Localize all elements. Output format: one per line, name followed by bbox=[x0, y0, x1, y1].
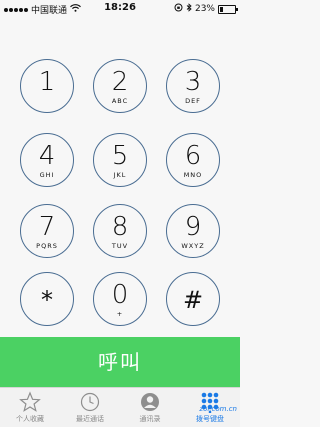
key-digit: 4 bbox=[38, 141, 56, 171]
status-bar: 中国联通 18:26 23% bbox=[0, 0, 240, 16]
key-letters: JKL bbox=[113, 171, 127, 179]
key-6[interactable]: 6 MNO bbox=[166, 133, 220, 187]
key-8[interactable]: 8 TUV bbox=[93, 204, 147, 258]
key-digit: 9 bbox=[184, 212, 202, 242]
star-icon bbox=[19, 391, 41, 413]
key-digit: 7 bbox=[38, 212, 56, 242]
battery-percent: 23% bbox=[194, 4, 215, 14]
key-pound[interactable]: # bbox=[166, 272, 220, 326]
key-digit: * bbox=[41, 286, 53, 314]
tab-label: 个人收藏 bbox=[16, 415, 44, 423]
key-digit: 5 bbox=[111, 141, 129, 171]
key-digit: # bbox=[182, 286, 204, 314]
key-digit: 3 bbox=[184, 67, 202, 97]
key-0[interactable]: 0 + bbox=[93, 272, 147, 326]
contacts-icon bbox=[139, 391, 161, 413]
tab-recents[interactable]: 最近通话 bbox=[60, 388, 120, 427]
key-3[interactable]: 3 DEF bbox=[166, 59, 220, 113]
clock-icon bbox=[79, 391, 101, 413]
key-digit: 8 bbox=[111, 212, 129, 242]
key-letters: MNO bbox=[183, 171, 203, 179]
key-9[interactable]: 9 WXYZ bbox=[166, 204, 220, 258]
key-letters: DEF bbox=[185, 97, 201, 105]
key-letters: PQRS bbox=[36, 242, 58, 250]
tab-contacts[interactable]: 通讯录 bbox=[120, 388, 180, 427]
key-digit: 0 bbox=[111, 280, 129, 310]
key-4[interactable]: 4 GHI bbox=[20, 133, 74, 187]
call-button[interactable]: 呼叫 bbox=[0, 337, 240, 387]
key-5[interactable]: 5 JKL bbox=[93, 133, 147, 187]
key-star[interactable]: * bbox=[20, 272, 74, 326]
tab-label: 拨号键盘 bbox=[196, 415, 224, 423]
tab-favorites[interactable]: 个人收藏 bbox=[0, 388, 60, 427]
battery-icon bbox=[218, 4, 238, 14]
tab-label: 通讯录 bbox=[139, 415, 161, 423]
key-7[interactable]: 7 PQRS bbox=[20, 204, 74, 258]
bluetooth-icon bbox=[186, 3, 192, 15]
key-letters: TUV bbox=[111, 242, 129, 250]
tab-label: 最近通话 bbox=[76, 415, 104, 423]
key-letters: WXYZ bbox=[181, 242, 205, 250]
key-digit: 2 bbox=[111, 67, 129, 97]
key-2[interactable]: 2 ABC bbox=[93, 59, 147, 113]
key-letters: + bbox=[116, 310, 124, 318]
key-1[interactable]: 1 bbox=[20, 59, 74, 113]
key-letters: ABC bbox=[111, 97, 129, 105]
key-digit: 6 bbox=[184, 141, 202, 171]
watermark: zol.com.cn bbox=[199, 405, 237, 413]
key-letters: GHI bbox=[39, 171, 55, 179]
orientation-lock-icon bbox=[174, 3, 183, 15]
key-digit: 1 bbox=[38, 67, 56, 97]
